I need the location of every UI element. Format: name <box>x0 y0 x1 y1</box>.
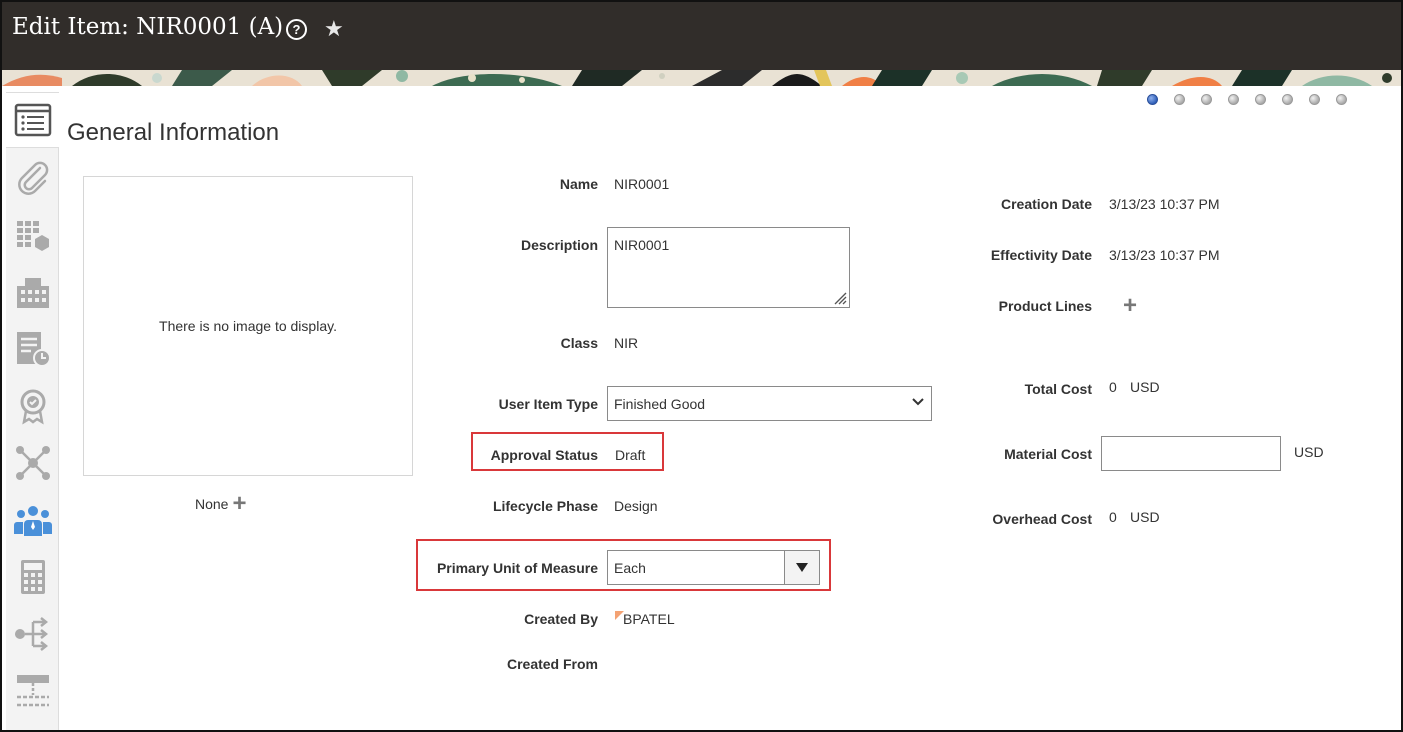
section-title: General Information <box>67 119 280 146</box>
item-image-placeholder: There is no image to display. <box>83 176 413 476</box>
people-group-icon <box>13 506 52 536</box>
overhead-cost-currency: USD <box>1130 509 1160 525</box>
rail-item-people[interactable] <box>6 492 59 548</box>
train-step-1[interactable] <box>1147 94 1158 105</box>
total-cost-value: 0 <box>1109 379 1117 395</box>
no-image-text: There is no image to display. <box>159 318 337 334</box>
name-value: NIR0001 <box>614 176 670 192</box>
total-cost-currency: USD <box>1130 379 1160 395</box>
tree-structure-icon <box>16 675 49 707</box>
train-step-5[interactable] <box>1255 94 1266 105</box>
creation-date-label: Creation Date <box>1000 196 1092 212</box>
rail-item-history[interactable] <box>6 321 59 377</box>
network-icon <box>15 446 50 480</box>
approval-status-label: Approval Status <box>490 447 598 463</box>
rail-item-costs[interactable] <box>6 549 59 605</box>
train-step-6[interactable] <box>1282 94 1293 105</box>
created-from-label: Created From <box>506 656 598 672</box>
list-icon <box>14 103 51 137</box>
paperclip-icon <box>17 161 48 195</box>
star-icon[interactable]: ★ <box>324 16 344 42</box>
material-cost-input[interactable] <box>1101 436 1281 471</box>
grid-cube-icon <box>16 221 49 251</box>
calculator-icon <box>20 560 45 594</box>
created-by-label: Created By <box>524 611 598 627</box>
overhead-cost-label: Overhead Cost <box>992 511 1092 527</box>
rail-item-packs[interactable] <box>6 663 59 719</box>
user-item-type-select[interactable]: Finished Good <box>607 386 932 421</box>
add-product-line-icon[interactable]: + <box>1123 294 1137 318</box>
award-badge-icon <box>20 389 45 425</box>
page-header: Edit Item: NIR0001 (A) ? ★ <box>2 2 1401 70</box>
name-label: Name <box>559 176 598 192</box>
rail-item-organizations[interactable] <box>6 264 59 320</box>
chevron-down-icon <box>912 398 924 406</box>
rail-item-specifications[interactable] <box>6 207 59 263</box>
description-label: Description <box>520 237 598 253</box>
train-step-2[interactable] <box>1174 94 1185 105</box>
material-cost-currency: USD <box>1294 444 1324 460</box>
description-text: NIR0001 <box>614 237 670 253</box>
total-cost-label: Total Cost <box>1024 381 1092 397</box>
add-image-icon[interactable]: + <box>232 492 246 516</box>
page-title: Edit Item: NIR0001 (A) <box>12 14 284 40</box>
user-item-type-label: User Item Type <box>498 396 598 412</box>
train-step-3[interactable] <box>1201 94 1212 105</box>
primary-uom-combobox[interactable]: Each <box>607 550 820 585</box>
image-caption-text: None <box>195 496 229 512</box>
rail-item-structure[interactable] <box>6 606 59 662</box>
primary-uom-value: Each <box>614 560 646 576</box>
class-value: NIR <box>614 335 639 351</box>
lifecycle-phase-label: Lifecycle Phase <box>492 498 598 514</box>
rail-item-quality[interactable] <box>6 378 59 434</box>
document-clock-icon <box>16 332 51 367</box>
train-step-7[interactable] <box>1309 94 1320 105</box>
decorative-banner <box>2 70 1401 86</box>
rail-item-attachments[interactable] <box>6 150 59 206</box>
train-step-4[interactable] <box>1228 94 1239 105</box>
created-by-value[interactable]: BPATEL <box>623 611 675 627</box>
approval-status-value: Draft <box>615 447 646 463</box>
lifecycle-phase-value: Design <box>614 498 658 514</box>
primary-uom-label: Primary Unit of Measure <box>436 560 598 576</box>
creation-date-value: 3/13/23 10:37 PM <box>1109 196 1220 212</box>
hierarchy-icon <box>14 617 48 651</box>
material-cost-label: Material Cost <box>1004 446 1092 462</box>
class-label: Class <box>560 335 598 351</box>
image-caption: None + <box>195 492 246 516</box>
primary-uom-dropdown-button[interactable] <box>784 551 819 584</box>
effectivity-date-label: Effectivity Date <box>990 247 1092 263</box>
resize-grip-icon[interactable] <box>833 291 847 305</box>
description-textarea[interactable]: NIR0001 <box>607 227 850 308</box>
product-lines-label: Product Lines <box>998 298 1092 314</box>
user-item-type-value: Finished Good <box>614 396 706 412</box>
rail-item-relationships[interactable] <box>6 435 59 491</box>
overhead-cost-value: 0 <box>1109 509 1117 525</box>
help-icon[interactable]: ? <box>286 19 307 40</box>
triangle-down-icon <box>796 562 808 572</box>
train-step-8[interactable] <box>1336 94 1347 105</box>
train-stepper <box>1147 94 1347 105</box>
building-icon <box>16 278 49 308</box>
left-nav-rail <box>6 92 59 730</box>
rail-item-general-information[interactable] <box>6 92 59 148</box>
effectivity-date-value: 3/13/23 10:37 PM <box>1109 247 1220 263</box>
